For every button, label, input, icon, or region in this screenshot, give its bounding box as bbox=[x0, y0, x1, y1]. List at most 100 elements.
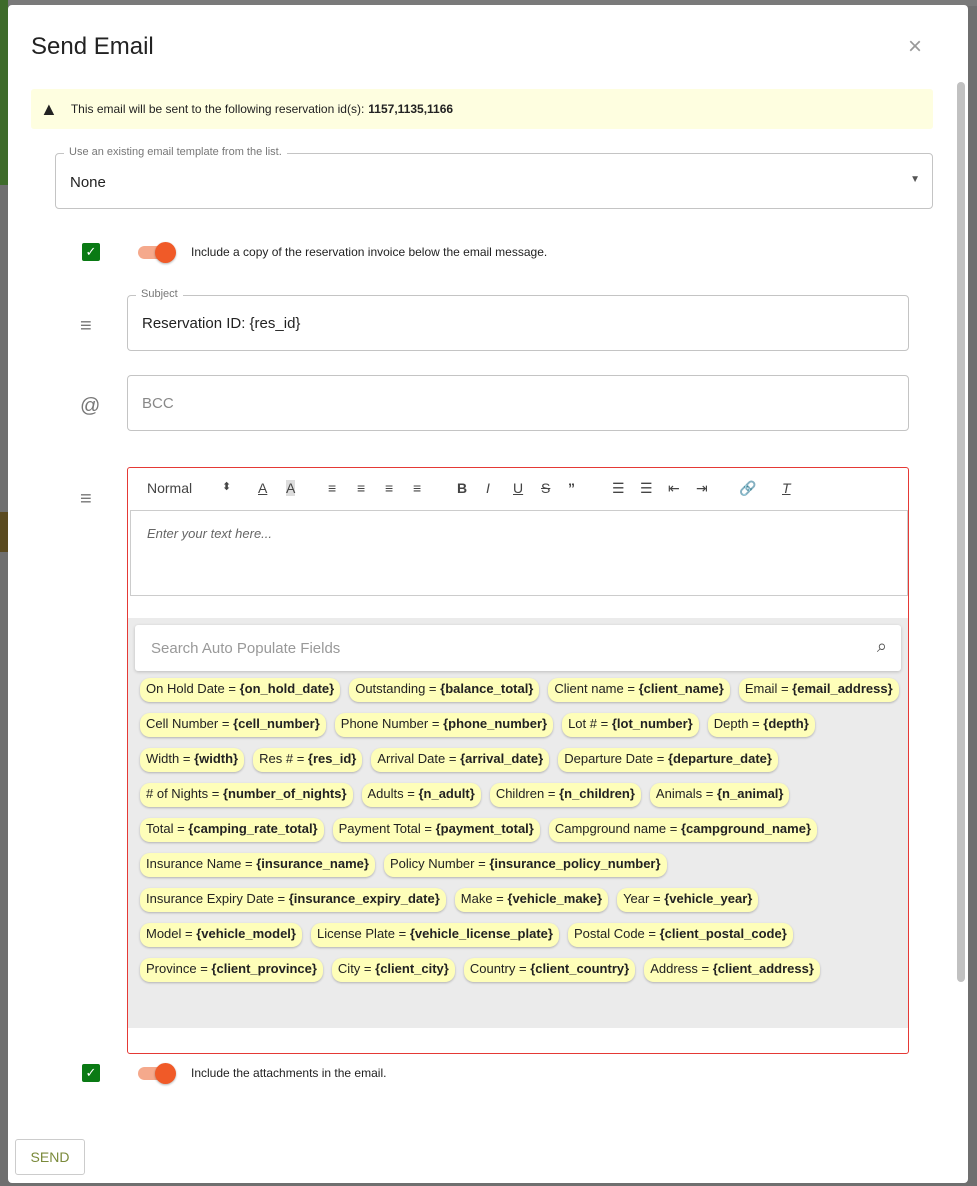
select-arrows-icon[interactable]: ⬍ bbox=[222, 480, 231, 493]
chip-field: {n_children} bbox=[559, 786, 635, 801]
field-chip[interactable]: Width = {width} bbox=[140, 748, 245, 772]
field-chip[interactable]: Insurance Name = {insurance_name} bbox=[140, 853, 375, 877]
field-chip[interactable]: Adults = {n_adult} bbox=[361, 783, 481, 807]
scrollbar[interactable] bbox=[957, 82, 965, 982]
chip-label: Email = bbox=[744, 681, 789, 696]
strike-icon[interactable]: S bbox=[541, 480, 550, 496]
search-placeholder: Search Auto Populate Fields bbox=[151, 640, 341, 657]
field-chip[interactable]: Children = {n_children} bbox=[489, 783, 641, 807]
chip-label: Payment Total = bbox=[338, 821, 432, 836]
template-label: Use an existing email template from the … bbox=[64, 146, 287, 158]
field-chip[interactable]: Make = {vehicle_make} bbox=[454, 888, 609, 912]
align-right-icon[interactable]: ≡ bbox=[385, 480, 393, 496]
chip-field: {vehicle_make} bbox=[507, 891, 603, 906]
text-color-icon[interactable]: A bbox=[258, 480, 267, 496]
align-left-icon[interactable]: ≡ bbox=[328, 480, 336, 496]
field-chip[interactable]: Client name = {client_name} bbox=[548, 678, 730, 702]
message-icon: ≡ bbox=[80, 488, 92, 510]
field-chip[interactable]: License Plate = {vehicle_license_plate} bbox=[310, 923, 559, 947]
attachments-checkbox[interactable]: ✓ bbox=[82, 1064, 100, 1082]
chip-field: {departure_date} bbox=[667, 751, 772, 766]
chip-label: Outstanding = bbox=[355, 681, 437, 696]
italic-icon[interactable]: I bbox=[486, 480, 490, 496]
field-chip[interactable]: Province = {client_province} bbox=[140, 958, 323, 982]
field-chip[interactable]: City = {client_city} bbox=[331, 958, 455, 982]
invoice-checkbox[interactable]: ✓ bbox=[82, 243, 100, 261]
align-center-icon[interactable]: ≡ bbox=[357, 480, 365, 496]
field-chip[interactable]: Depth = {depth} bbox=[707, 713, 815, 737]
field-chip[interactable]: Animals = {n_animal} bbox=[649, 783, 790, 807]
field-chip[interactable]: Res # = {res_id} bbox=[253, 748, 363, 772]
chip-field: {cell_number} bbox=[233, 716, 320, 731]
invoice-toggle[interactable] bbox=[138, 241, 176, 263]
indent-icon[interactable]: ⇥ bbox=[696, 480, 708, 497]
field-chip[interactable]: Postal Code = {client_postal_code} bbox=[567, 923, 793, 947]
chip-field: {client_address} bbox=[712, 961, 814, 976]
field-chip[interactable]: Arrival Date = {arrival_date} bbox=[371, 748, 550, 772]
chip-field: {lot_number} bbox=[611, 716, 693, 731]
field-chip[interactable]: Country = {client_country} bbox=[463, 958, 636, 982]
send-button[interactable]: SEND bbox=[15, 1139, 85, 1175]
field-chip[interactable]: Email = {email_address} bbox=[738, 678, 899, 702]
fields-search-input[interactable]: Search Auto Populate Fields ⌕ bbox=[135, 625, 901, 671]
field-chip[interactable]: Total = {camping_rate_total} bbox=[140, 818, 324, 842]
reservation-ids: 1157,1135,1166 bbox=[368, 102, 454, 116]
field-chip[interactable]: Departure Date = {departure_date} bbox=[558, 748, 778, 772]
chip-field: {res_id} bbox=[307, 751, 357, 766]
chip-label: Insurance Name = bbox=[146, 856, 253, 871]
field-chip[interactable]: Year = {vehicle_year} bbox=[617, 888, 759, 912]
bcc-input[interactable]: BCC bbox=[127, 375, 909, 431]
template-select[interactable]: Use an existing email template from the … bbox=[55, 146, 933, 209]
underline-icon[interactable]: U bbox=[513, 480, 523, 496]
close-icon[interactable]: × bbox=[908, 33, 922, 61]
ordered-list-icon[interactable]: ☰ bbox=[612, 480, 625, 497]
align-justify-icon[interactable]: ≡ bbox=[413, 480, 421, 496]
clear-format-icon[interactable]: T bbox=[782, 480, 791, 496]
outdent-icon[interactable]: ⇤ bbox=[668, 480, 680, 497]
at-icon: @ bbox=[80, 395, 101, 417]
alert-text: This email will be sent to the following… bbox=[70, 102, 365, 116]
background-color-icon[interactable]: A bbox=[286, 480, 296, 496]
chip-field: {phone_number} bbox=[443, 716, 548, 731]
background-strip bbox=[0, 512, 8, 552]
bullet-list-icon[interactable]: ☰ bbox=[640, 480, 653, 497]
chip-label: Adults = bbox=[367, 786, 415, 801]
field-chip[interactable]: Cell Number = {cell_number} bbox=[140, 713, 326, 737]
attachments-toggle[interactable] bbox=[138, 1062, 176, 1084]
chip-field: {vehicle_model} bbox=[196, 926, 296, 941]
link-icon[interactable]: 🔗 bbox=[739, 480, 756, 497]
field-chip[interactable]: Phone Number = {phone_number} bbox=[334, 713, 554, 737]
chip-label: On Hold Date = bbox=[146, 681, 236, 696]
message-placeholder: Enter your text here... bbox=[147, 526, 273, 541]
chip-field: {balance_total} bbox=[440, 681, 534, 696]
field-chip[interactable]: Address = {client_address} bbox=[644, 958, 820, 982]
invoice-label: Include a copy of the reservation invoic… bbox=[191, 245, 548, 259]
format-select[interactable]: Normal bbox=[147, 480, 192, 496]
field-chip[interactable]: Outstanding = {balance_total} bbox=[349, 678, 540, 702]
chip-label: Province = bbox=[146, 961, 208, 976]
message-textarea[interactable]: Enter your text here... bbox=[130, 511, 908, 596]
search-icon[interactable]: ⌕ bbox=[877, 636, 887, 657]
attachments-label: Include the attachments in the email. bbox=[191, 1066, 387, 1080]
chip-label: Lot # = bbox=[568, 716, 609, 731]
chip-label: Policy Number = bbox=[389, 856, 486, 871]
field-chip[interactable]: Model = {vehicle_model} bbox=[140, 923, 302, 947]
field-chip[interactable]: Lot # = {lot_number} bbox=[562, 713, 699, 737]
chip-field: {arrival_date} bbox=[460, 751, 544, 766]
quote-icon[interactable]: ” bbox=[568, 480, 575, 496]
subject-input[interactable]: Subject Reservation ID: {res_id} bbox=[127, 288, 909, 351]
field-chip[interactable]: Policy Number = {insurance_policy_number… bbox=[383, 853, 667, 877]
field-chips: On Hold Date = {on_hold_date} Outstanding… bbox=[140, 678, 900, 982]
dialog-title: Send Email bbox=[31, 33, 154, 60]
chip-field: {client_country} bbox=[530, 961, 630, 976]
field-chip[interactable]: Campground name = {campground_name} bbox=[548, 818, 818, 842]
field-chip[interactable]: # of Nights = {number_of_nights} bbox=[140, 783, 353, 807]
field-chip[interactable]: On Hold Date = {on_hold_date} bbox=[140, 678, 341, 702]
field-chip[interactable]: Insurance Expiry Date = {insurance_expir… bbox=[140, 888, 446, 912]
bold-icon[interactable]: B bbox=[457, 480, 467, 496]
chip-field: {number_of_nights} bbox=[222, 786, 347, 801]
chip-field: {n_adult} bbox=[418, 786, 475, 801]
chip-label: Client name = bbox=[554, 681, 635, 696]
field-chip[interactable]: Payment Total = {payment_total} bbox=[332, 818, 540, 842]
send-email-dialog: Send Email × ▲ This email will be sent t… bbox=[8, 5, 968, 1183]
